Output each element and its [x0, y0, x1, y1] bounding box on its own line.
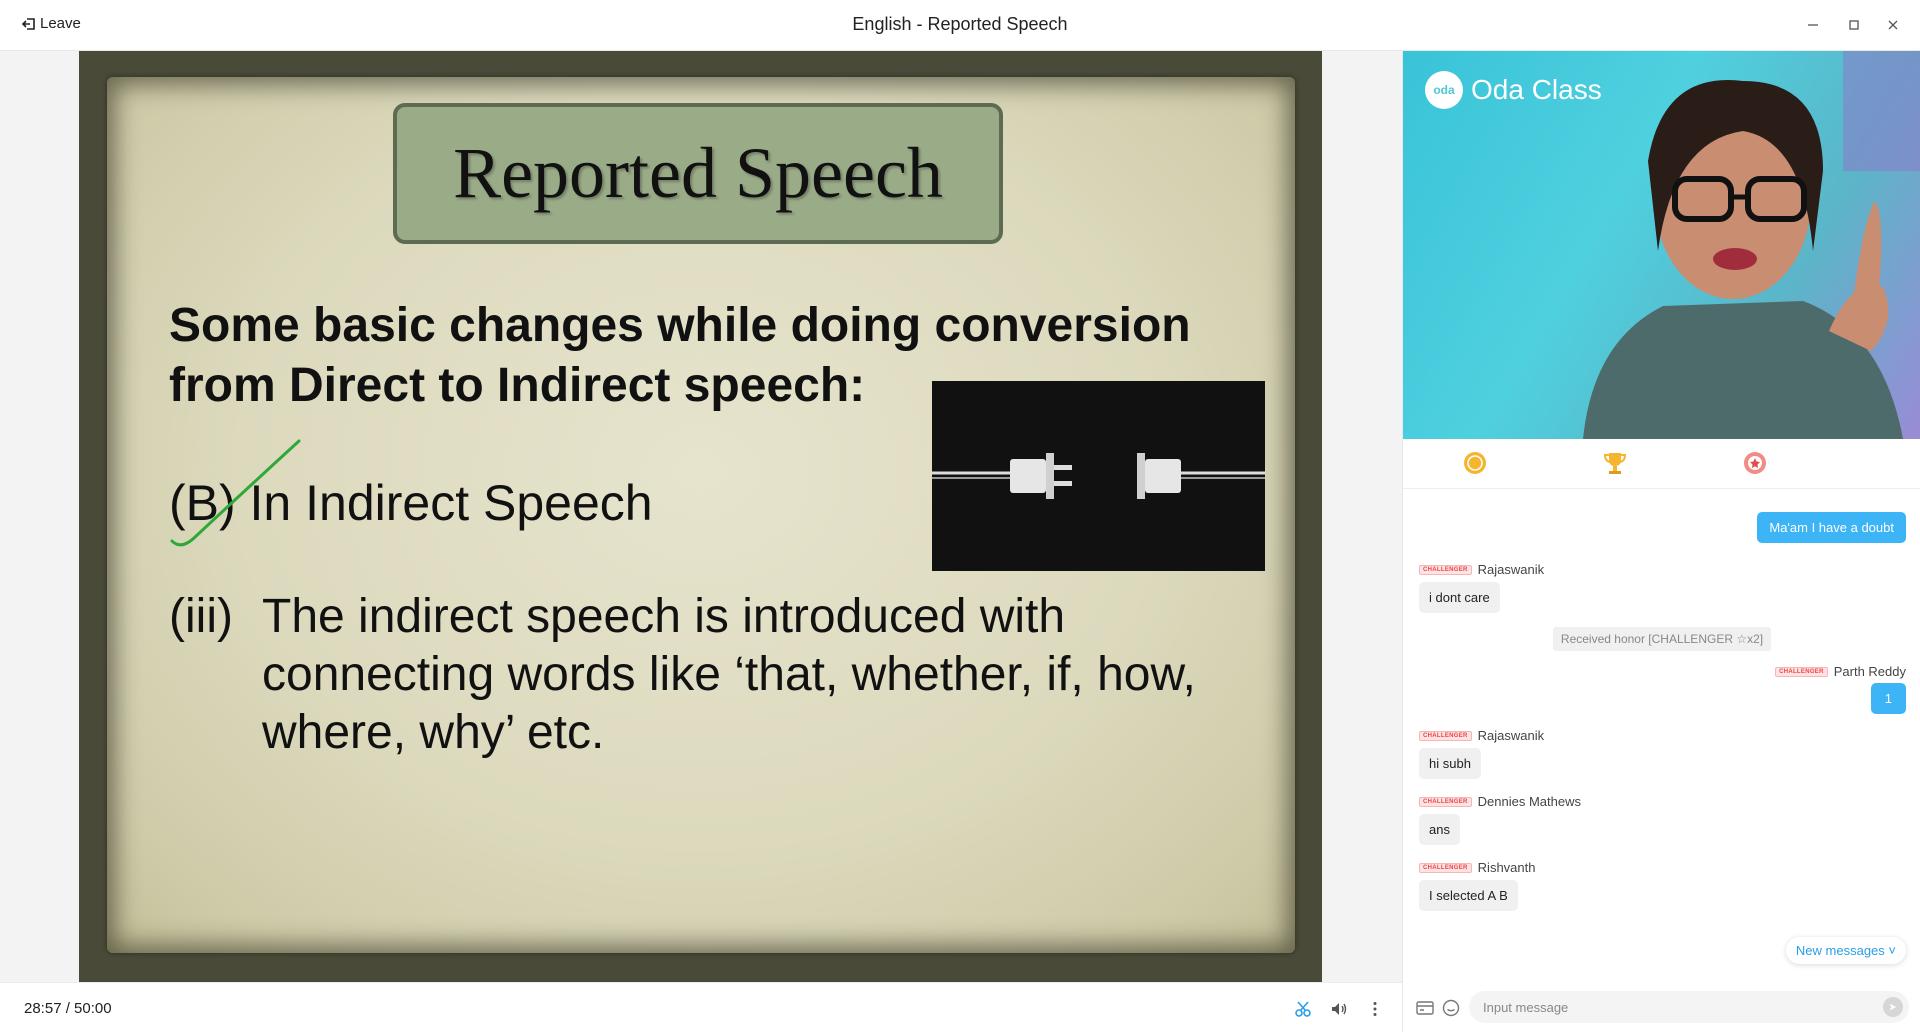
oda-class-logo: oda Oda Class [1425, 71, 1602, 109]
slide-point-iii: (iii) The indirect speech is introduced … [169, 588, 1239, 762]
chat-sender: CHALLENGER Rajaswanik [1419, 728, 1544, 743]
send-button[interactable] [1883, 997, 1903, 1017]
oda-class-brand: Oda Class [1471, 74, 1602, 105]
chat-sender: CHALLENGER Parth Reddy [1775, 664, 1906, 679]
maximize-icon [1849, 20, 1859, 30]
chat-sender: CHALLENGER Rishvanth [1419, 860, 1535, 875]
window-title: English - Reported Speech [852, 14, 1068, 34]
plug-image [932, 381, 1265, 571]
chat-sender-name: Parth Reddy [1833, 664, 1906, 679]
challenger-badge: CHALLENGER [1419, 796, 1472, 807]
slide: Reported Speech Some basic changes while… [79, 51, 1322, 982]
slide-point-iii-number: (iii) [169, 590, 233, 643]
chat-message: ans [1419, 814, 1460, 845]
chat-sender-name: Rajaswanik [1477, 562, 1545, 577]
medal-icon[interactable] [1741, 449, 1769, 477]
teacher-video: oda Oda Class [1403, 51, 1920, 439]
send-icon [1889, 1003, 1897, 1011]
chat-message: hi subh [1419, 748, 1481, 779]
trophy-icon[interactable] [1601, 449, 1629, 477]
chat-message-mine: 1 [1870, 683, 1906, 714]
card-icon[interactable] [1415, 998, 1435, 1018]
pen-tool-button[interactable] [1292, 998, 1314, 1020]
presentation-stage: Reported Speech Some basic changes while… [0, 51, 1402, 982]
elapsed-time: 28:57 / 50:00 [24, 1000, 112, 1017]
chat-list: Ma'am I have a doubt CHALLENGER Rajaswan… [1403, 489, 1920, 973]
chat-sender-name: Rajaswanik [1477, 728, 1545, 743]
scissors-icon [1295, 1001, 1311, 1017]
oda-logo-mark: oda [1425, 71, 1463, 109]
minimize-icon [1808, 24, 1818, 26]
challenger-badge: CHALLENGER [1419, 862, 1472, 873]
maximize-button[interactable] [1842, 15, 1866, 35]
emoji-icon[interactable] [1441, 998, 1461, 1018]
close-button[interactable] [1881, 15, 1905, 35]
doubt-button[interactable]: Ma'am I have a doubt [1757, 512, 1906, 543]
right-panel: oda Oda Class Ma'am I have a doubt CHALL… [1402, 51, 1920, 1032]
close-icon [1888, 20, 1898, 30]
teacher-figure [1583, 51, 1920, 439]
new-messages-button[interactable]: New messages ˅ [1785, 937, 1906, 964]
challenger-badge: CHALLENGER [1775, 666, 1828, 677]
slide-title: Reported Speech [453, 133, 943, 213]
chat-message: I selected A B [1419, 880, 1518, 911]
speaker-icon [1332, 1003, 1347, 1015]
chat-message-input[interactable] [1469, 991, 1909, 1023]
minimize-button[interactable] [1801, 15, 1825, 35]
chat-message: i dont care [1419, 582, 1500, 613]
more-vertical-icon [1373, 1002, 1377, 1016]
chat-sender-name: Dennies Mathews [1477, 794, 1581, 809]
volume-button[interactable] [1328, 998, 1350, 1020]
playback-bar: 28:57 / 50:00 [0, 982, 1402, 1032]
reaction-bar [1403, 439, 1920, 489]
chat-sender: CHALLENGER Rajaswanik [1419, 562, 1544, 577]
challenger-badge: CHALLENGER [1419, 564, 1472, 575]
annotation-tick-mark [170, 439, 301, 547]
system-notice: Received honor [CHALLENGER ☆x2] [1403, 627, 1920, 651]
chat-sender-name: Rishvanth [1477, 860, 1536, 875]
more-options-button[interactable] [1364, 998, 1386, 1020]
system-notice-text: Received honor [CHALLENGER ☆x2] [1552, 627, 1772, 651]
challenger-badge: CHALLENGER [1419, 730, 1472, 741]
coin-icon[interactable] [1461, 449, 1489, 477]
slide-point-iii-text: The indirect speech is introduced with c… [262, 590, 1196, 759]
chat-sender: CHALLENGER Dennies Mathews [1419, 794, 1581, 809]
chat-input-bar [1403, 983, 1920, 1032]
title-bar: Leave English - Reported Speech [0, 0, 1920, 51]
slide-title-box: Reported Speech [393, 103, 1003, 244]
